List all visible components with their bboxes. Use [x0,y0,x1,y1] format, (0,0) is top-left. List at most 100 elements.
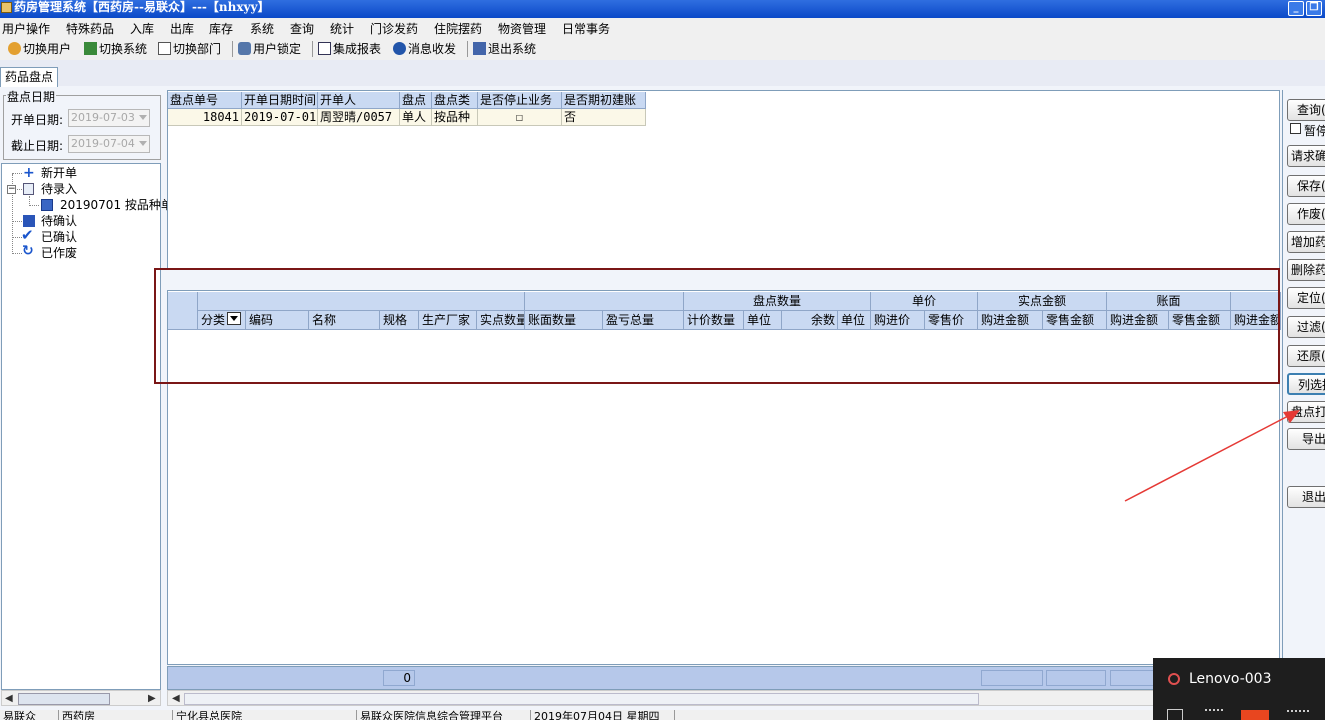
check-icon: ✔ [21,226,34,244]
summary-row: 0 [167,666,1280,690]
more-icon[interactable] [1287,710,1309,720]
void-button[interactable]: 作废( [1287,203,1325,225]
tree-line [12,253,22,254]
inventory-order-grid: 盘点单号 开单日期时间 开单人 盘点 盘点类 是否停止业务 是否期初建账 180… [167,90,1280,270]
toolbar-separator [232,41,233,57]
toolbar-separator [312,41,313,57]
menu-inpatient-dispense[interactable]: 住院摆药 [434,20,482,37]
pause-label: 暂停 [1304,124,1325,138]
grid-horizontal-scrollbar[interactable]: ◀ [167,690,1280,706]
tree-item-pending-confirm[interactable]: 待确认 [41,214,77,229]
tree-item-confirmed[interactable]: 已确认 [41,230,77,245]
restore-button[interactable]: ❐ [1306,1,1322,16]
menu-system[interactable]: 系统 [250,20,274,37]
col-header-count-kind[interactable]: 盘点类 [432,92,478,109]
tree-item-pending-order[interactable]: 20190701 按品种单 [60,198,173,213]
arrow-head [1283,410,1300,423]
menu-daily-affairs[interactable]: 日常事务 [562,20,610,37]
toolbar-separator [467,41,468,57]
switch-user-button[interactable]: 切换用户 [8,41,71,57]
user-lock-button[interactable]: 用户锁定 [238,41,301,57]
tab-drug-inventory[interactable]: 药品盘点 [0,67,58,87]
delete-drug-button[interactable]: 删除药 [1287,259,1325,281]
menu-materials[interactable]: 物资管理 [498,20,546,37]
summary-cell [1046,670,1106,686]
menu-statistics[interactable]: 统计 [330,20,354,37]
user-icon [1168,673,1180,685]
col-header-order-time[interactable]: 开单日期时间 [242,92,318,109]
exit-system-button[interactable]: 退出系统 [473,41,536,57]
plus-icon: + [23,165,35,181]
start-date-picker[interactable]: 2019-07-03 [68,109,150,127]
exit-icon [473,42,486,55]
chevron-down-icon [139,141,147,146]
device-notification[interactable]: Lenovo-003 [1153,658,1325,720]
cell-stop-business-checkbox[interactable]: ☐ [478,109,562,126]
end-date-label: 截止日期: [11,139,64,153]
filter-button[interactable]: 过滤( [1287,316,1325,338]
restore-grid-button[interactable]: 还原( [1287,345,1325,367]
end-date-picker[interactable]: 2019-07-04 [68,135,150,153]
save-button[interactable]: 保存( [1287,175,1325,197]
switch-system-button[interactable]: 切换系统 [84,41,147,57]
cell-order-time[interactable]: 2019-07-01 [242,109,318,126]
lock-icon [238,42,251,55]
col-header-stop-business[interactable]: 是否停止业务 [478,92,562,109]
menu-stock[interactable]: 库存 [209,20,233,37]
add-drug-button[interactable]: 增加药 [1287,231,1325,253]
collapse-toggle[interactable]: − [7,185,16,194]
chevron-down-icon [139,115,147,120]
col-header-initial-account[interactable]: 是否期初建账 [562,92,646,109]
col-header-order-no[interactable]: 盘点单号 [168,92,242,109]
tree-horizontal-scrollbar[interactable]: ◀ ▶ [1,690,161,706]
status-vendor: 易联众 [3,710,36,720]
menu-query[interactable]: 查询 [290,20,314,37]
cell-count-type[interactable]: 单人 [400,109,432,126]
menu-outpatient-dispense[interactable]: 门诊发药 [370,20,418,37]
locate-button[interactable]: 定位( [1287,287,1325,309]
message-button[interactable]: 消息收发 [393,41,456,57]
tree-line [29,205,39,206]
users-icon [8,42,21,55]
date-group-label: 盘点日期 [6,88,57,105]
integrated-report-button[interactable]: 集成报表 [318,41,381,57]
apps-icon[interactable] [1205,709,1223,720]
status-hospital: 宁化县总医院 [172,710,242,720]
query-button[interactable]: 查询( [1287,99,1325,121]
app-icon[interactable] [1241,710,1269,720]
document-icon [23,183,34,195]
pause-checkbox[interactable] [1290,123,1301,134]
cell-order-no[interactable]: 18041 [168,109,242,126]
scroll-left-icon[interactable]: ◀ [172,693,180,704]
toolbar: 切换用户 切换系统 切换部门 用户锁定 集成报表 消息收发 退出系统 [0,38,1325,61]
window-title: 药房管理系统【西药房--易联众】---【nhxyy】 [14,0,270,14]
start-date-label: 开单日期: [11,113,64,127]
message-icon[interactable] [1167,709,1183,720]
menu-inbound[interactable]: 入库 [130,20,154,37]
scroll-thumb[interactable] [184,693,979,705]
scroll-thumb[interactable] [18,693,110,705]
scroll-left-icon[interactable]: ◀ [5,693,13,704]
status-empty [674,710,678,720]
menu-user-ops[interactable]: 用户操作 [2,20,50,37]
tree-item-voided[interactable]: 已作废 [41,246,77,261]
report-icon [318,42,331,55]
summary-actual-qty: 0 [383,670,415,686]
switch-dept-button[interactable]: 切换部门 [158,41,221,57]
status-bar: 易联众 西药房 宁化县总医院 易联众医院信息综合管理平台 2019年07月04日… [0,710,1325,720]
column-select-button[interactable]: 列选择 [1287,373,1325,395]
col-header-count-type[interactable]: 盘点 [400,92,432,109]
tree-item-pending-entry[interactable]: 待录入 [41,182,77,197]
annotation-arrow [1124,410,1300,502]
tree-line [12,221,22,222]
tree-item-new[interactable]: 新开单 [41,166,77,181]
minimize-button[interactable]: _ [1288,1,1304,16]
cell-creator[interactable]: 周翌晴/0057 [318,109,400,126]
col-header-creator[interactable]: 开单人 [318,92,400,109]
scroll-right-icon[interactable]: ▶ [148,693,156,704]
menu-outbound[interactable]: 出库 [170,20,194,37]
cell-count-kind[interactable]: 按品种 [432,109,478,126]
request-confirm-button[interactable]: 请求确 [1287,145,1325,167]
menu-special-drugs[interactable]: 特殊药品 [66,20,114,37]
cell-initial-account[interactable]: 否 [562,109,646,126]
